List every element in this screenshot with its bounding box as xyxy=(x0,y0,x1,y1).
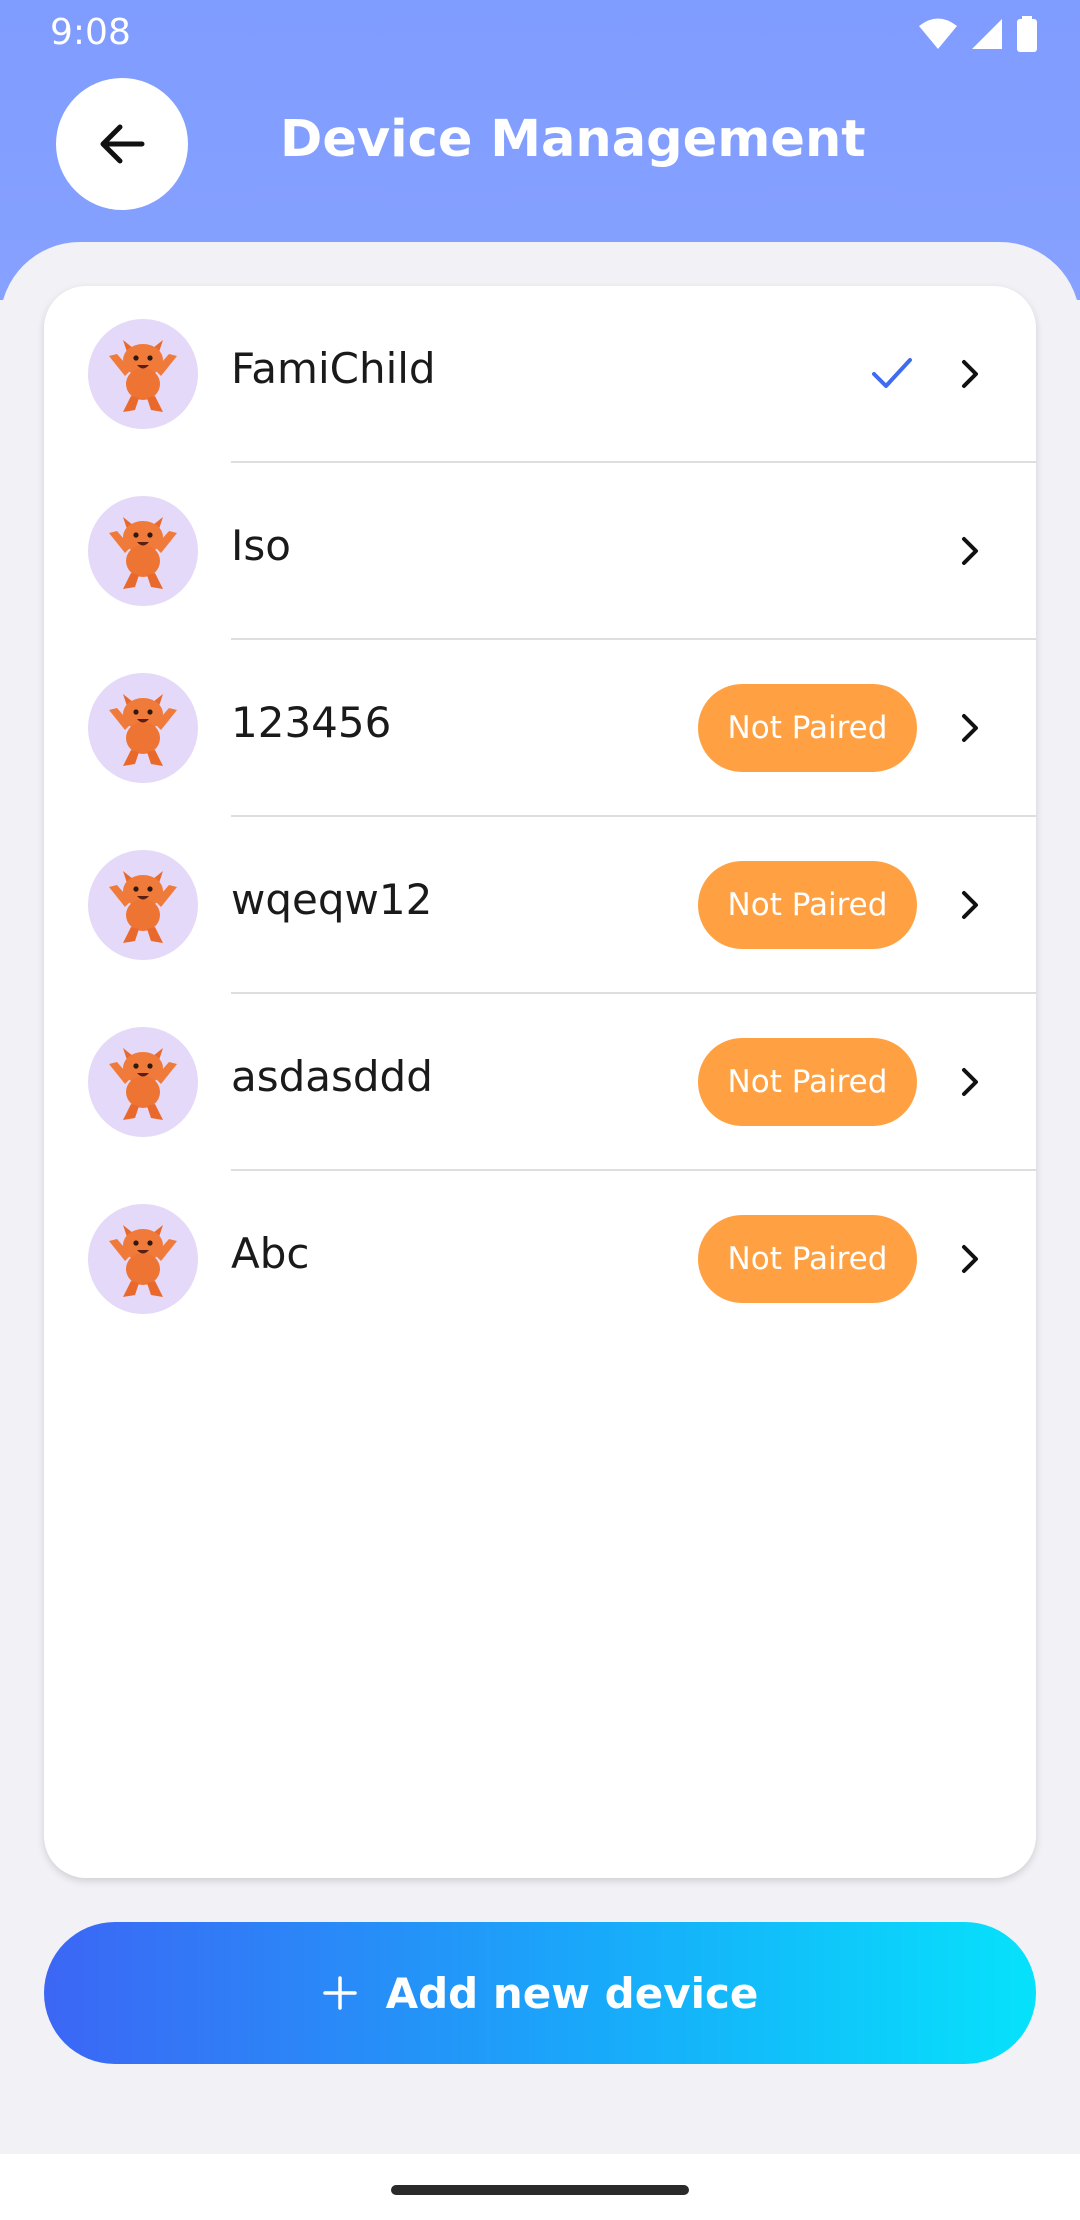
add-device-label: Add new device xyxy=(385,1968,759,2018)
battery-icon xyxy=(1017,16,1037,52)
device-avatar xyxy=(88,496,198,606)
status-time: 9:08 xyxy=(50,12,131,53)
chevron-right-icon xyxy=(962,891,978,919)
chevron-right-icon xyxy=(962,360,978,388)
not-paired-badge: Not Paired xyxy=(698,1215,917,1303)
chevron-right-icon xyxy=(962,1068,978,1096)
device-name: Iso xyxy=(231,521,291,570)
device-avatar xyxy=(88,1204,198,1314)
back-button[interactable] xyxy=(56,78,188,210)
not-paired-badge: Not Paired xyxy=(698,1038,917,1126)
page-title: Device Management xyxy=(280,110,866,169)
monster-mascot-icon xyxy=(109,517,177,589)
status-bar: 9:08 xyxy=(0,0,1080,66)
device-name: asdasddd xyxy=(231,1052,433,1101)
not-paired-badge: Not Paired xyxy=(698,861,917,949)
monster-mascot-icon xyxy=(109,871,177,943)
device-name: 123456 xyxy=(231,698,392,747)
device-avatar xyxy=(88,673,198,783)
navigation-bar xyxy=(0,2154,1080,2220)
status-icons xyxy=(918,16,1038,52)
device-list-card: FamiChild Iso 123456 Not Paired wqeqw12 Not P… xyxy=(44,286,1036,1878)
monster-mascot-icon xyxy=(109,694,177,766)
device-row[interactable]: FamiChild xyxy=(44,286,1036,463)
chevron-right-icon xyxy=(962,1245,978,1273)
device-name: FamiChild xyxy=(231,344,436,393)
not-paired-badge: Not Paired xyxy=(698,684,917,772)
chevron-right-icon xyxy=(962,537,978,565)
add-device-button[interactable]: Add new device xyxy=(44,1922,1036,2064)
device-row[interactable]: Abc Not Paired xyxy=(44,1171,1036,1348)
device-avatar xyxy=(88,319,198,429)
device-row[interactable]: wqeqw12 Not Paired xyxy=(44,817,1036,994)
monster-mascot-icon xyxy=(109,1048,177,1120)
device-row[interactable]: 123456 Not Paired xyxy=(44,640,1036,817)
chevron-right-icon xyxy=(962,714,978,742)
checkmark-icon xyxy=(872,358,912,388)
device-row[interactable]: Iso xyxy=(44,463,1036,640)
arrow-left-icon xyxy=(100,124,145,164)
home-indicator[interactable] xyxy=(391,2185,689,2195)
device-avatar xyxy=(88,850,198,960)
plus-icon xyxy=(322,1976,357,2010)
monster-mascot-icon xyxy=(109,1225,177,1297)
wifi-icon xyxy=(919,18,957,49)
device-name: wqeqw12 xyxy=(231,875,433,924)
cell-signal-icon xyxy=(972,19,1002,49)
monster-mascot-icon xyxy=(109,340,177,412)
device-name: Abc xyxy=(231,1229,310,1278)
device-avatar xyxy=(88,1027,198,1137)
device-row[interactable]: asdasddd Not Paired xyxy=(44,994,1036,1171)
